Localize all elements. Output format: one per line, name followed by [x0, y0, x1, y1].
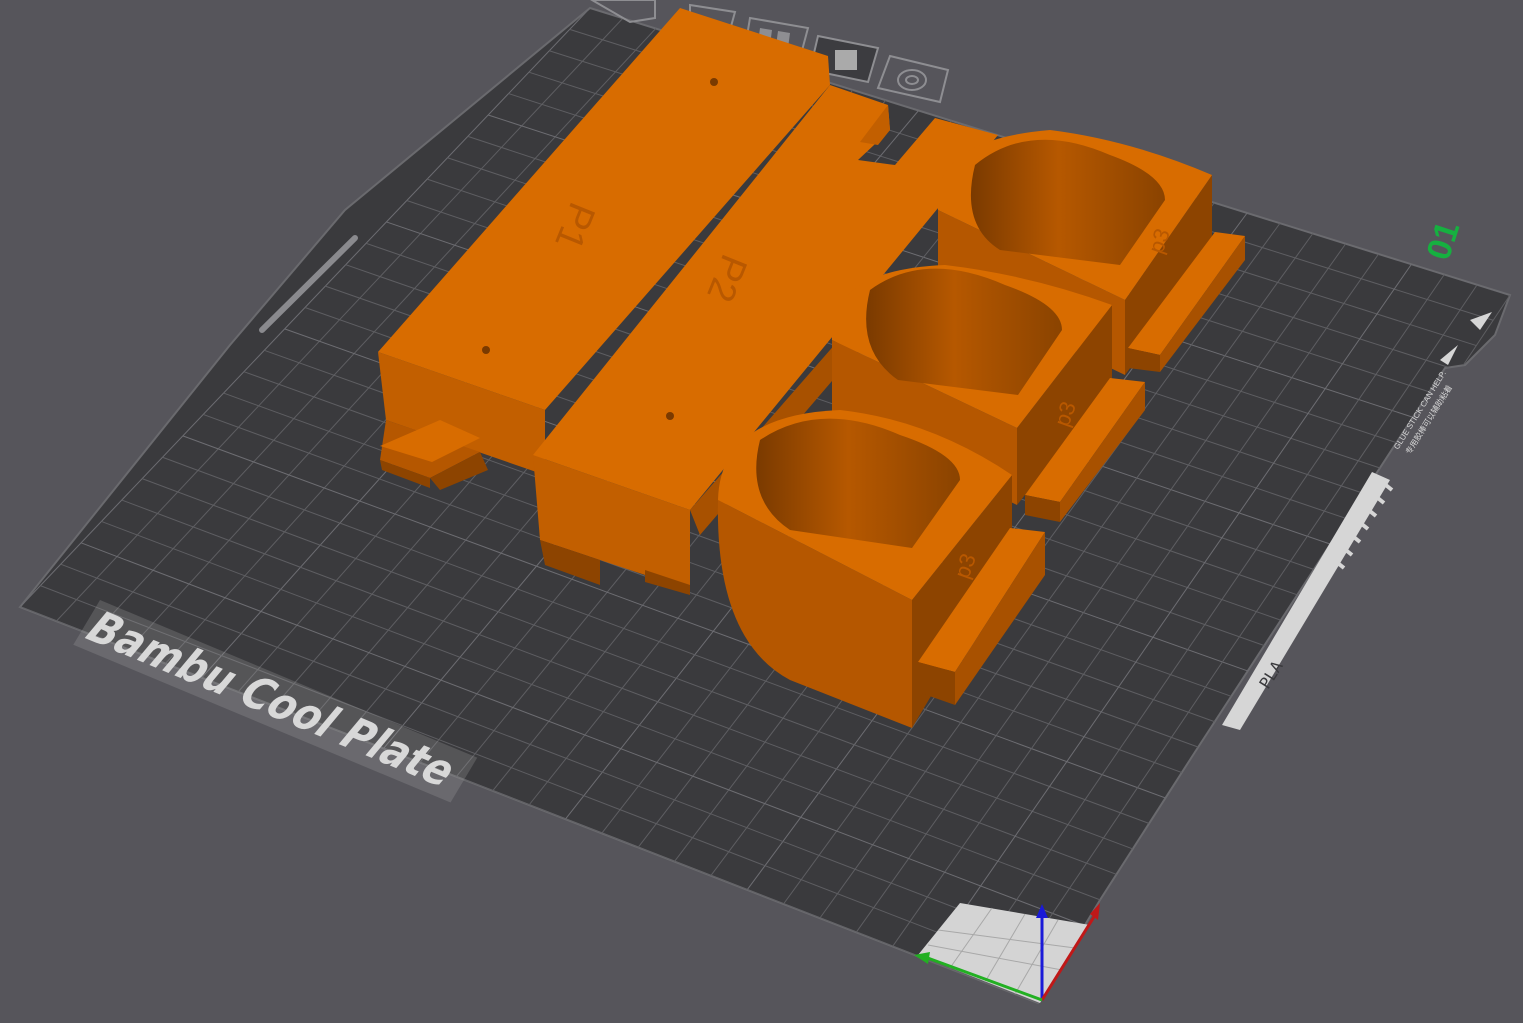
3d-viewport[interactable]: Bambu Cool Plate PLA GLUE STICK CAN HELP… [0, 0, 1523, 1023]
plate-number: 01 [1419, 217, 1467, 265]
build-plate-scene[interactable]: Bambu Cool Plate PLA GLUE STICK CAN HELP… [0, 0, 1523, 1023]
lock-icon[interactable] [876, 54, 950, 104]
